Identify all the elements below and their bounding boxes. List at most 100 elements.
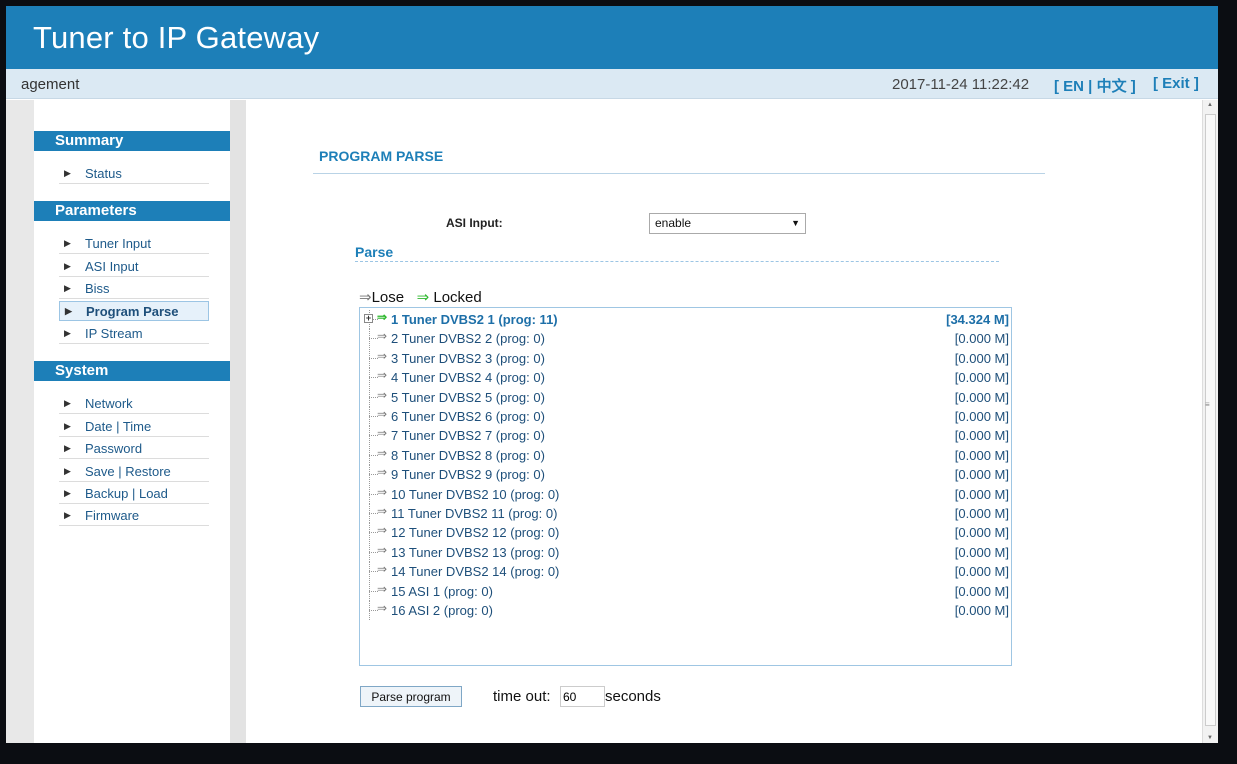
lose-arrow-icon: ⇒ [377,407,388,421]
exit-link[interactable]: [ Exit ] [1153,75,1199,92]
lose-arrow-icon: ⇒ [377,542,388,557]
tree-row: ⇒ 10 Tuner DVBS2 10 (prog: 0) [0.000 M] [360,484,1011,504]
tree-row-label[interactable]: 10 Tuner DVBS2 10 (prog: 0) [391,487,559,502]
sidebar-item-date-time[interactable]: ▶ Date | Time [59,417,209,437]
tree-row-bitrate: [0.000 M] [954,447,1009,463]
tree-row-label[interactable]: 9 Tuner DVBS2 9 (prog: 0) [391,467,545,482]
sidebar-item-label: Password [85,441,143,456]
tree-row-label[interactable]: 4 Tuner DVBS2 4 (prog: 0) [391,370,545,385]
sidebar-section-parameters: Parameters [34,201,230,221]
tree-row-bitrate: [0.000 M] [954,564,1009,580]
sidebar-item-label: Status [85,166,122,181]
sidebar-item-password[interactable]: ▶ Password [59,439,209,459]
tree-row-bitrate: [0.000 M] [954,389,1009,405]
sidebar-item-biss[interactable]: ▶ Biss [59,279,209,299]
sidebar-item-asi-input[interactable]: ▶ ASI Input [59,257,209,277]
tree-row-bitrate: [0.000 M] [954,544,1009,560]
tree-row-label[interactable]: 8 Tuner DVBS2 8 (prog: 0) [391,448,545,463]
tree-row: ⇒ 8 Tuner DVBS2 8 (prog: 0) [0.000 M] [360,445,1011,465]
tree-row: ⇒ 3 Tuner DVBS2 3 (prog: 0) [0.000 M] [360,348,1011,368]
status-bar: agement 2017-11-24 11:22:42 [ EN | 中文 ] … [6,69,1218,99]
sidebar-section-system: System [34,361,230,381]
tree-row: ⇒ 5 Tuner DVBS2 5 (prog: 0) [0.000 M] [360,387,1011,407]
lang-zh-link[interactable]: 中文 [1097,78,1127,95]
tree-row-label[interactable]: 12 Tuner DVBS2 12 (prog: 0) [391,525,559,540]
lose-arrow-icon: ⇒ [359,289,372,306]
tree-row-label[interactable]: 1 Tuner DVBS2 1 (prog: 11) [391,312,558,327]
tree-row-label[interactable]: 11 Tuner DVBS2 11 (prog: 0) [391,506,557,521]
lose-arrow-icon: ⇒ [377,368,388,383]
sidebar-item-firmware[interactable]: ▶ Firmware [59,506,209,526]
breadcrumb: agement [21,76,80,93]
lose-arrow-icon: ⇒ [377,581,388,596]
triangle-right-icon: ▶ [64,283,71,293]
scroll-up-icon[interactable]: ▲ [1207,102,1213,108]
sidebar-item-label: Backup | Load [85,486,168,501]
lose-arrow-icon: ⇒ [377,523,388,538]
tree-row-bitrate: [0.000 M] [954,525,1009,541]
sidebar-item-network[interactable]: ▶ Network [59,394,209,414]
sidebar-item-program-parse[interactable]: ▶ Program Parse [59,301,209,321]
triangle-right-icon: ▶ [64,421,71,431]
tree-row-bitrate: [0.000 M] [954,506,1009,521]
tree-row-bitrate: [0.000 M] [954,467,1009,483]
title-divider [313,173,1045,174]
lose-arrow-icon: ⇒ [377,387,388,402]
app-title: Tuner to IP Gateway [33,20,320,55]
triangle-right-icon: ▶ [64,328,71,338]
timeout-input[interactable] [560,686,605,707]
tree-row: ⇒ 16 ASI 2 (prog: 0) [0.000 M] [360,601,1011,620]
parse-program-button[interactable]: Parse program [360,686,462,707]
scroll-down-icon[interactable]: ▼ [1207,735,1213,741]
tree-row-label[interactable]: 5 Tuner DVBS2 5 (prog: 0) [391,390,545,405]
lang-en-link[interactable]: EN [1063,78,1084,95]
asi-input-value: enable [655,216,692,230]
triangle-right-icon: ▶ [64,510,71,520]
sidebar-item-save-restore[interactable]: ▶ Save | Restore [59,462,209,482]
lose-label: Lose [371,289,405,306]
plus-box-icon[interactable]: + [364,314,373,323]
vertical-scrollbar[interactable]: ▲ ≡ ▼ [1202,100,1218,743]
left-rail [6,100,34,743]
sidebar-divider [230,100,246,743]
tree-row-label[interactable]: 16 ASI 2 (prog: 0) [391,603,493,618]
parse-divider [355,261,999,262]
tree-row-label[interactable]: 13 Tuner DVBS2 13 (prog: 0) [391,545,559,560]
tree-row: + ⇒ 1 Tuner DVBS2 1 (prog: 11) [34.324 M] [360,310,1011,329]
triangle-right-icon: ▶ [64,488,71,498]
asi-input-label: ASI Input: [446,216,503,230]
sidebar-item-label: Biss [85,281,110,296]
triangle-right-icon: ▶ [64,261,71,271]
scrollbar-thumb[interactable] [1205,114,1216,726]
app-header: Tuner to IP Gateway [6,6,1218,69]
tree-row-label[interactable]: 7 Tuner DVBS2 7 (prog: 0) [391,428,545,443]
tree-row: ⇒ 15 ASI 1 (prog: 0) [0.000 M] [360,581,1011,601]
tree-row-bitrate: [0.000 M] [954,409,1009,424]
datetime-display: 2017-11-24 11:22:42 [892,76,1030,93]
timeout-label: time out: [493,688,551,705]
tree-row: ⇒ 2 Tuner DVBS2 2 (prog: 0) [0.000 M] [360,329,1011,349]
sidebar-item-backup-load[interactable]: ▶ Backup | Load [59,484,209,504]
sidebar-item-status[interactable]: ▶ Status [59,164,209,184]
tree-row-label[interactable]: 6 Tuner DVBS2 6 (prog: 0) [391,409,545,424]
tree-row-bitrate: [0.000 M] [954,331,1009,347]
tree-row: ⇒ 13 Tuner DVBS2 13 (prog: 0) [0.000 M] [360,542,1011,562]
triangle-right-icon: ▶ [64,238,71,248]
tree-row-bitrate: [0.000 M] [954,486,1009,502]
tree-row-label[interactable]: 2 Tuner DVBS2 2 (prog: 0) [391,331,545,346]
program-tree: + ⇒ 1 Tuner DVBS2 1 (prog: 11) [34.324 M] ⇒ 2… [359,307,1012,666]
tree-row-bitrate: [34.324 M] [946,312,1009,327]
tree-row-label[interactable]: 3 Tuner DVBS2 3 (prog: 0) [391,351,545,366]
tree-row: ⇒ 9 Tuner DVBS2 9 (prog: 0) [0.000 M] [360,465,1011,485]
triangle-right-icon: ▶ [64,398,71,408]
chevron-down-icon: ▼ [791,218,800,228]
tree-row-label[interactable]: 15 ASI 1 (prog: 0) [391,584,493,599]
tree-row-bitrate: [0.000 M] [954,428,1009,444]
lose-arrow-icon: ⇒ [377,504,388,518]
asi-input-select[interactable]: enable ▼ [649,213,806,234]
lose-arrow-icon: ⇒ [377,484,388,499]
tree-row-label[interactable]: 14 Tuner DVBS2 14 (prog: 0) [391,564,559,579]
sidebar-item-label: Save | Restore [85,464,171,479]
sidebar-item-ip-stream[interactable]: ▶ IP Stream [59,324,209,344]
sidebar-item-tuner-input[interactable]: ▶ Tuner Input [59,234,209,254]
